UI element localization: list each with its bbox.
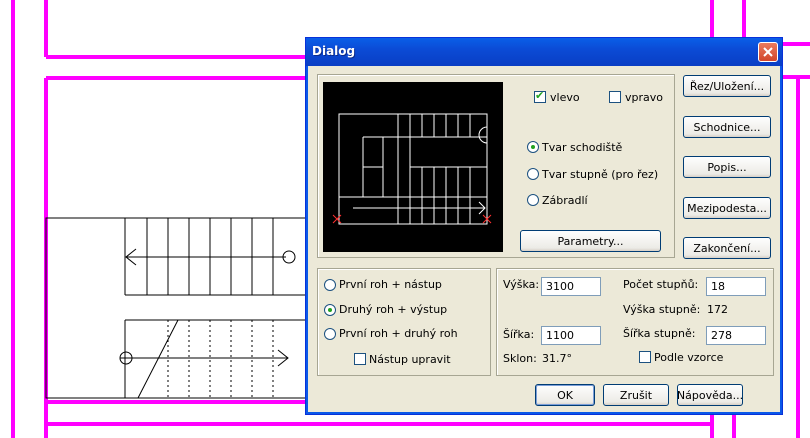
step-height-value: 172 bbox=[707, 303, 728, 316]
width-field[interactable]: 1100 bbox=[541, 326, 601, 345]
parameters-button[interactable]: Parametry... bbox=[520, 230, 661, 252]
formula-label: Podle vzorce bbox=[654, 351, 724, 364]
corner-label-first-start: První roh + nástup bbox=[339, 278, 442, 291]
left-label: vlevo bbox=[550, 91, 580, 104]
cut-storage-button[interactable]: Řez/Uložení... bbox=[683, 75, 771, 97]
title-bar[interactable]: Dialog bbox=[306, 38, 782, 66]
formula-checkbox[interactable] bbox=[639, 351, 651, 363]
slope-value: 31.7° bbox=[542, 352, 572, 365]
mode-label-step-shape: Tvar stupně (pro řez) bbox=[542, 168, 659, 181]
mode-radio-stair-shape[interactable] bbox=[527, 141, 539, 153]
ok-button[interactable]: OK bbox=[535, 384, 595, 406]
right-label: vpravo bbox=[625, 91, 663, 104]
height-field[interactable]: 3100 bbox=[541, 277, 601, 296]
description-button[interactable]: Popis... bbox=[683, 156, 771, 178]
step-width-label: Šířka stupně: bbox=[623, 327, 696, 340]
width-label: Šířka: bbox=[503, 328, 535, 341]
adjust-start-checkbox[interactable] bbox=[354, 353, 366, 365]
corner-radio-second-exit[interactable] bbox=[324, 304, 336, 316]
help-button[interactable]: Nápověda... bbox=[677, 384, 743, 406]
landing-button[interactable]: Mezipodesta... bbox=[683, 197, 771, 219]
close-icon bbox=[763, 47, 773, 57]
step-width-field[interactable]: 278 bbox=[706, 326, 766, 345]
left-checkbox[interactable] bbox=[534, 89, 546, 103]
height-label: Výška: bbox=[503, 278, 540, 291]
step-height-label: Výška stupně: bbox=[623, 303, 701, 316]
dialog-title: Dialog bbox=[312, 44, 356, 58]
right-checkbox[interactable] bbox=[609, 91, 621, 103]
stair-preview bbox=[323, 82, 503, 252]
steps-count-field[interactable]: 18 bbox=[706, 277, 766, 296]
slope-label: Sklon: bbox=[503, 352, 537, 365]
mode-radio-step-shape[interactable] bbox=[527, 168, 539, 180]
mode-label-railing: Zábradlí bbox=[542, 194, 588, 207]
corner-label-second-exit: Druhý roh + výstup bbox=[339, 303, 448, 316]
steps-count-label: Počet stupňů: bbox=[623, 278, 699, 291]
mode-radio-railing[interactable] bbox=[527, 194, 539, 206]
cancel-button[interactable]: Zrušit bbox=[603, 384, 669, 406]
close-button[interactable] bbox=[758, 42, 778, 62]
corner-radio-first-start[interactable] bbox=[324, 279, 336, 291]
mode-label-stair-shape: Tvar schodiště bbox=[542, 141, 623, 154]
stair-dialog: Dialog ✔ vlevo vpravo Tvar schodiště Tva… bbox=[305, 37, 783, 415]
corner-radio-first-second[interactable] bbox=[324, 328, 336, 340]
stringers-button[interactable]: Schodnice... bbox=[683, 116, 771, 138]
ending-button[interactable]: Zakončení... bbox=[683, 237, 771, 259]
corner-label-first-second: První roh + druhý roh bbox=[339, 327, 458, 340]
adjust-start-label: Nástup upravit bbox=[369, 353, 451, 366]
